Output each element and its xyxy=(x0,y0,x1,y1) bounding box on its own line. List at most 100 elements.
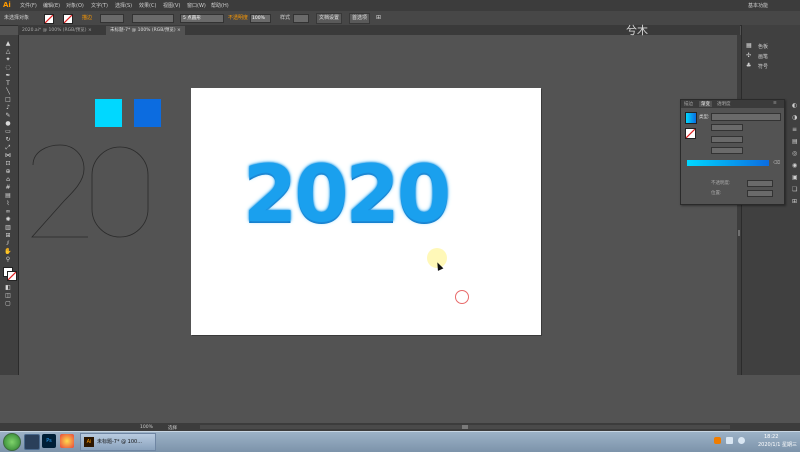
scale-tool-icon[interactable]: ⤢ xyxy=(3,145,13,151)
horizontal-scroll-thumb[interactable] xyxy=(462,425,468,429)
tab-gradient[interactable]: 渐变 xyxy=(699,101,712,107)
network-icon[interactable] xyxy=(726,437,733,444)
blob-brush-tool-icon[interactable]: ● xyxy=(3,121,13,127)
photoshop-icon[interactable]: Ps xyxy=(42,434,56,448)
blue-color-square[interactable] xyxy=(134,99,161,127)
shape-builder-tool-icon[interactable]: ⊕ xyxy=(3,169,13,175)
stroke-swatch[interactable] xyxy=(63,14,73,24)
color-mode-icon[interactable]: ◧ xyxy=(3,285,13,291)
gradient-aspect-field[interactable] xyxy=(711,136,743,143)
gradient-preview-swatch[interactable] xyxy=(685,112,697,124)
appearance-panel-icon[interactable]: ◉ xyxy=(792,163,800,169)
type-tool-icon[interactable]: T xyxy=(3,81,13,87)
vertical-scroll-thumb[interactable] xyxy=(738,230,740,236)
workspace-switcher[interactable]: 基本功能 xyxy=(748,2,768,9)
menu-window[interactable]: 窗口(W) xyxy=(187,2,206,9)
gradient-type-select[interactable] xyxy=(711,113,781,121)
transparency-panel-icon[interactable]: ◎ xyxy=(792,151,800,157)
tab-document-untitled[interactable]: 未标题-7* @ 100% (RGB/预览) × xyxy=(106,26,185,35)
artboards-panel-icon[interactable]: ⊞ xyxy=(792,199,800,205)
tab-document-2020[interactable]: 2020.ai* @ 100% (RGB/预览) × xyxy=(18,26,96,35)
opacity-label[interactable]: 不透明度 xyxy=(228,14,248,21)
lasso-tool-icon[interactable]: ◌ xyxy=(3,65,13,71)
tab-transparency[interactable]: 透明度 xyxy=(717,101,731,107)
outline-20-artwork[interactable] xyxy=(28,143,153,239)
color-panel-icon[interactable]: ◐ xyxy=(792,103,800,109)
gradient-stroke-swatch[interactable] xyxy=(685,128,696,139)
stroke-panel-icon[interactable]: ≡ xyxy=(792,127,800,133)
menu-edit[interactable]: 编辑(E) xyxy=(43,2,60,9)
pen-tool-icon[interactable]: ✒ xyxy=(3,73,13,79)
volume-icon[interactable] xyxy=(738,437,745,444)
gradient-location-field[interactable] xyxy=(747,190,773,197)
tab-stroke[interactable]: 描边 xyxy=(684,101,693,107)
browser-icon[interactable] xyxy=(60,434,74,448)
slice-tool-icon[interactable]: ⫽ xyxy=(3,241,13,247)
cyan-color-square[interactable] xyxy=(95,99,122,127)
mesh-tool-icon[interactable]: # xyxy=(3,185,13,191)
menu-view[interactable]: 视图(V) xyxy=(163,2,180,9)
eyedropper-tool-icon[interactable]: ⌇ xyxy=(3,201,13,207)
gradient-slider-bar[interactable] xyxy=(687,160,769,166)
magic-wand-tool-icon[interactable]: ✦ xyxy=(3,57,13,63)
swatches-icon[interactable]: ▦ xyxy=(746,43,754,49)
paintbrush-tool-icon[interactable]: ♪ xyxy=(3,105,13,111)
graphic-styles-icon[interactable]: ▣ xyxy=(792,175,800,181)
menu-select[interactable]: 选择(S) xyxy=(115,2,132,9)
drawing-mode-icon[interactable]: ◫ xyxy=(3,293,13,299)
direct-selection-tool-icon[interactable]: △ xyxy=(3,49,13,55)
brushes-icon[interactable]: ✣ xyxy=(746,53,754,59)
hand-tool-icon[interactable]: ✋ xyxy=(3,249,13,255)
dock-label-brushes[interactable]: 画笔 xyxy=(758,53,768,60)
brush-definition-select[interactable]: 5 点圆形 xyxy=(180,14,224,23)
width-tool-icon[interactable]: ⋈ xyxy=(3,153,13,159)
gradient-tool-icon[interactable]: ▤ xyxy=(3,193,13,199)
column-graph-tool-icon[interactable]: ▥ xyxy=(3,225,13,231)
rectangle-tool-icon[interactable]: □ xyxy=(3,97,13,103)
tray-app-icon[interactable] xyxy=(714,437,721,444)
clock-time[interactable]: 18:22 xyxy=(764,434,778,440)
gradient-angle-field[interactable] xyxy=(711,124,743,131)
menu-object[interactable]: 对象(O) xyxy=(66,2,84,9)
line-tool-icon[interactable]: ╲ xyxy=(3,89,13,95)
selection-tool-icon[interactable]: ▲ xyxy=(3,41,13,47)
perspective-grid-tool-icon[interactable]: ⌂ xyxy=(3,177,13,183)
arrange-documents-icon[interactable]: ⊞ xyxy=(376,14,381,21)
variable-width-select[interactable] xyxy=(132,14,174,23)
zoom-level[interactable]: 100% xyxy=(140,425,153,430)
gradient-stop-field[interactable] xyxy=(711,147,743,154)
rotate-tool-icon[interactable]: ↻ xyxy=(3,137,13,143)
free-transform-tool-icon[interactable]: ⊡ xyxy=(3,161,13,167)
blend-tool-icon[interactable]: ∞ xyxy=(3,209,13,215)
preferences-button[interactable]: 首选项 xyxy=(349,13,371,24)
layers-panel-icon[interactable]: ❏ xyxy=(792,187,800,193)
opacity-field[interactable]: 100% xyxy=(250,14,271,23)
pencil-tool-icon[interactable]: ✎ xyxy=(3,113,13,119)
clock-date[interactable]: 2020/1/1 星期三 xyxy=(758,441,797,448)
dock-label-symbols[interactable]: 符号 xyxy=(758,63,768,70)
symbols-icon[interactable]: ♣ xyxy=(746,63,754,69)
artboard[interactable]: 2020 xyxy=(191,88,541,335)
graphic-style-select[interactable] xyxy=(293,14,309,23)
folder-icon[interactable] xyxy=(24,434,40,450)
panel-menu-icon[interactable]: ≡ xyxy=(773,101,777,106)
menu-help[interactable]: 帮助(H) xyxy=(211,2,229,9)
document-setup-button[interactable]: 文档设置 xyxy=(316,13,343,24)
dock-label-swatches[interactable]: 色板 xyxy=(758,43,768,50)
menu-effect[interactable]: 效果(C) xyxy=(139,2,156,9)
start-button[interactable] xyxy=(3,433,21,451)
eraser-tool-icon[interactable]: ▭ xyxy=(3,129,13,135)
fill-swatch[interactable] xyxy=(44,14,54,24)
stroke-weight-field[interactable] xyxy=(100,14,124,23)
zoom-tool-icon[interactable]: ⚲ xyxy=(3,257,13,263)
color-guide-icon[interactable]: ◑ xyxy=(792,115,800,121)
stroke-color-icon[interactable] xyxy=(7,271,17,281)
menu-type[interactable]: 文字(T) xyxy=(91,2,108,9)
gradient-opacity-field[interactable] xyxy=(747,180,773,187)
illustrator-taskbar-button[interactable]: Ai 未标题-7* @ 100... xyxy=(80,433,156,451)
symbol-sprayer-tool-icon[interactable]: ✺ xyxy=(3,217,13,223)
artwork-2020-text[interactable]: 2020 xyxy=(243,150,451,240)
screen-mode-icon[interactable]: ▢ xyxy=(3,301,13,307)
gradient-panel-icon[interactable]: ▤ xyxy=(792,139,800,145)
stroke-label[interactable]: 描边 xyxy=(82,14,92,21)
